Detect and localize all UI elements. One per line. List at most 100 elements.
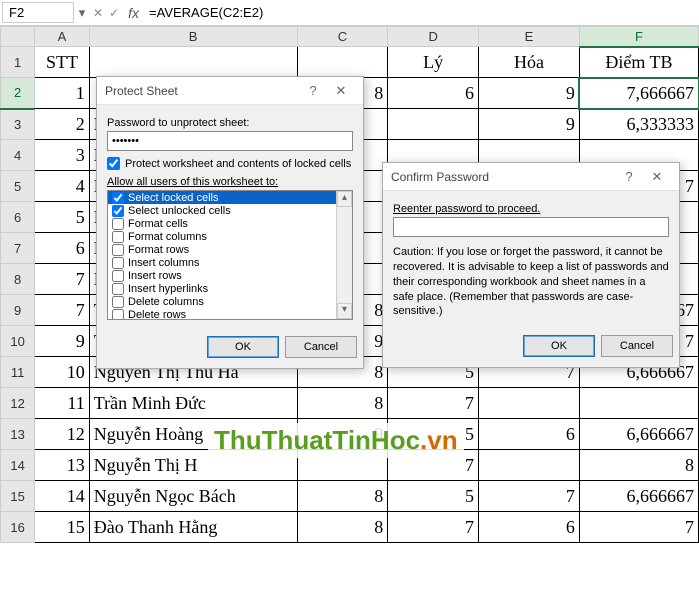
permission-item[interactable]: Delete columns — [108, 295, 352, 308]
cell[interactable]: 12 — [35, 419, 89, 450]
name-box-dropdown-icon[interactable]: ▾ — [74, 5, 90, 21]
permission-item[interactable]: Select unlocked cells — [108, 204, 352, 217]
cell[interactable]: 7 — [388, 450, 479, 481]
permission-item[interactable]: Insert rows — [108, 269, 352, 282]
row-header[interactable]: 9 — [1, 295, 35, 326]
cell[interactable]: 7 — [479, 481, 580, 512]
permission-item[interactable]: Format cells — [108, 217, 352, 230]
cell[interactable]: 7,666667 — [579, 78, 698, 109]
cell[interactable]: Nguyễn Ngọc Bách — [89, 481, 297, 512]
cell[interactable]: 6,666667 — [579, 481, 698, 512]
cell[interactable] — [388, 109, 479, 140]
cell[interactable]: 3 — [35, 140, 89, 171]
cell[interactable]: 6,666667 — [579, 419, 698, 450]
cell[interactable]: 8 — [297, 512, 388, 543]
formula-text[interactable]: =AVERAGE(C2:E2) — [145, 5, 263, 20]
password-field[interactable] — [107, 131, 353, 151]
cell[interactable]: 5 — [388, 481, 479, 512]
scroll-up-icon[interactable]: ▴ — [337, 191, 352, 207]
cell[interactable]: 9 — [479, 109, 580, 140]
cell[interactable]: Lý — [388, 47, 479, 78]
permission-item[interactable]: Insert columns — [108, 256, 352, 269]
permission-checkbox[interactable] — [112, 218, 124, 230]
permission-item[interactable]: Format rows — [108, 243, 352, 256]
cancel-button[interactable]: Cancel — [601, 335, 673, 357]
row-header[interactable]: 15 — [1, 481, 35, 512]
permission-item[interactable]: Select locked cells — [108, 191, 352, 204]
ok-button[interactable]: OK — [523, 335, 595, 357]
select-all-corner[interactable] — [1, 27, 35, 47]
col-header[interactable]: B — [89, 27, 297, 47]
cell[interactable]: 7 — [579, 512, 698, 543]
cell[interactable]: Nguyễn Thị H — [89, 450, 297, 481]
help-icon[interactable]: ? — [299, 80, 327, 101]
cell[interactable]: STT — [35, 47, 89, 78]
permission-checkbox[interactable] — [112, 296, 124, 308]
row-header[interactable]: 13 — [1, 419, 35, 450]
cell[interactable]: 13 — [35, 450, 89, 481]
cell[interactable] — [479, 388, 580, 419]
cell[interactable]: 11 — [35, 388, 89, 419]
cell[interactable]: 8 — [297, 388, 388, 419]
cell[interactable]: Điểm TB — [579, 47, 698, 78]
permission-checkbox[interactable] — [112, 309, 124, 321]
close-icon[interactable]: ✕ — [643, 166, 671, 188]
row-header[interactable]: 10 — [1, 326, 35, 357]
row-header[interactable]: 5 — [1, 171, 35, 202]
col-header[interactable]: E — [479, 27, 580, 47]
permissions-list[interactable]: Select locked cellsSelect unlocked cells… — [107, 190, 353, 320]
cell[interactable]: 6 — [35, 233, 89, 264]
cell[interactable] — [89, 47, 297, 78]
permission-item[interactable]: Insert hyperlinks — [108, 282, 352, 295]
col-header[interactable]: F — [579, 27, 698, 47]
cancel-button[interactable]: Cancel — [285, 336, 357, 358]
row-header[interactable]: 14 — [1, 450, 35, 481]
row-header[interactable]: 4 — [1, 140, 35, 171]
cell[interactable]: 8 — [579, 450, 698, 481]
accept-formula-icon[interactable]: ✓ — [106, 6, 122, 20]
permission-checkbox[interactable] — [112, 257, 124, 269]
cell[interactable]: 4 — [35, 171, 89, 202]
row-header[interactable]: 11 — [1, 357, 35, 388]
permission-checkbox[interactable] — [112, 270, 124, 282]
cell[interactable]: 2 — [35, 109, 89, 140]
permission-checkbox[interactable] — [112, 231, 124, 243]
cell[interactable]: 9 — [479, 78, 580, 109]
row-header[interactable]: 8 — [1, 264, 35, 295]
cell[interactable]: 9 — [297, 419, 388, 450]
scrollbar[interactable]: ▴ ▾ — [336, 191, 352, 319]
permission-item[interactable]: Delete rows — [108, 308, 352, 320]
cell[interactable]: Nguyễn Hoàng — [89, 419, 297, 450]
protect-checkbox-input[interactable] — [107, 157, 120, 170]
row-header[interactable]: 12 — [1, 388, 35, 419]
cell[interactable]: 1 — [35, 78, 89, 109]
scroll-down-icon[interactable]: ▾ — [337, 303, 352, 319]
row-header[interactable]: 3 — [1, 109, 35, 140]
fx-icon[interactable]: fx — [122, 5, 145, 21]
cell[interactable]: 7 — [388, 388, 479, 419]
cell[interactable]: Hóa — [479, 47, 580, 78]
cell[interactable]: Đào Thanh Hằng — [89, 512, 297, 543]
cell[interactable]: 15 — [35, 512, 89, 543]
permission-item[interactable]: Format columns — [108, 230, 352, 243]
cell[interactable] — [297, 450, 388, 481]
permission-checkbox[interactable] — [112, 283, 124, 295]
permission-checkbox[interactable] — [112, 244, 124, 256]
row-header[interactable]: 7 — [1, 233, 35, 264]
cell[interactable]: 6 — [479, 419, 580, 450]
cell[interactable] — [579, 388, 698, 419]
cell[interactable]: 8 — [297, 481, 388, 512]
cell[interactable]: 6,333333 — [579, 109, 698, 140]
col-header[interactable]: C — [297, 27, 388, 47]
cell[interactable]: Trần Minh Đức — [89, 388, 297, 419]
permission-checkbox[interactable] — [112, 192, 124, 204]
ok-button[interactable]: OK — [207, 336, 279, 358]
row-header[interactable]: 6 — [1, 202, 35, 233]
permission-checkbox[interactable] — [112, 205, 124, 217]
cell[interactable]: 9 — [35, 326, 89, 357]
cancel-formula-icon[interactable]: ✕ — [90, 6, 106, 20]
cell[interactable]: 7 — [35, 295, 89, 326]
cell[interactable] — [297, 47, 388, 78]
help-icon[interactable]: ? — [615, 166, 643, 187]
col-header[interactable]: A — [35, 27, 89, 47]
